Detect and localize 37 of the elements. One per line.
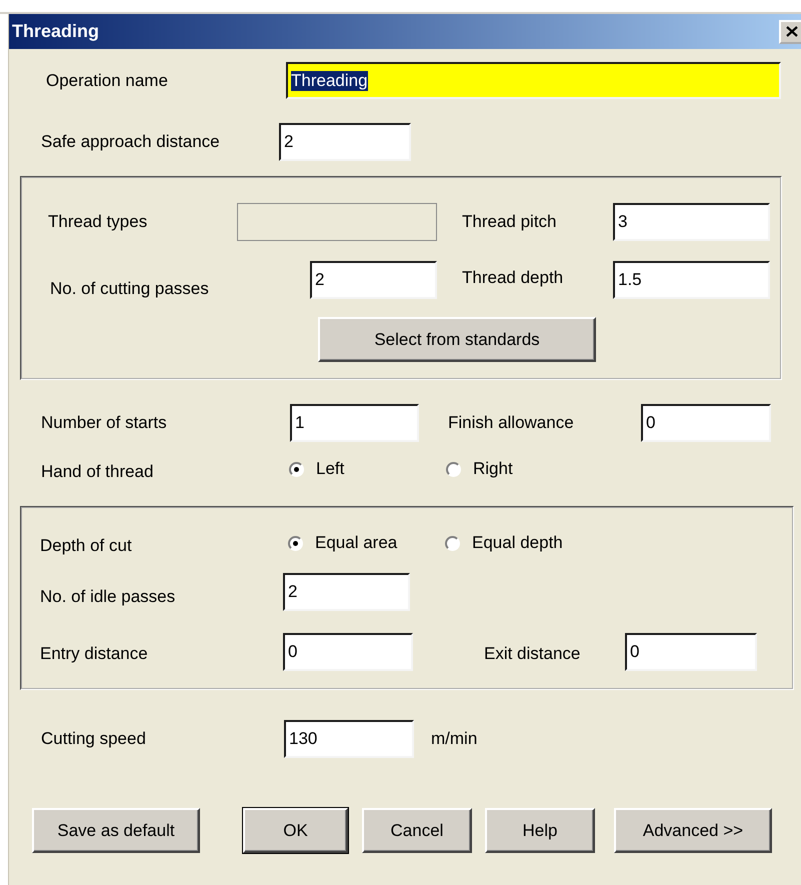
text-field[interactable]: 3: [613, 203, 770, 241]
dialog-button[interactable]: Cancel: [362, 808, 472, 853]
radio-label: Left: [316, 459, 344, 479]
dialog-button[interactable]: Save as default: [32, 808, 200, 853]
field-label: Operation name: [46, 70, 169, 90]
radio-label: Equal depth: [472, 533, 563, 553]
unit-label: m/min: [431, 729, 478, 749]
field-label: Finish allowance: [448, 413, 575, 433]
radio-label: Right: [473, 459, 513, 479]
text-field[interactable]: 0: [641, 404, 771, 442]
field-label: Depth of cut: [40, 535, 133, 556]
field-label: Safe approach distance: [41, 132, 221, 152]
text-field[interactable]: Threading: [286, 62, 781, 99]
field-label: Exit distance: [484, 643, 582, 664]
field-label: Entry distance: [40, 643, 149, 664]
dialog-button[interactable]: Advanced >>: [614, 808, 772, 853]
text-field[interactable]: 130: [284, 720, 414, 758]
field-label: Thread pitch: [462, 212, 558, 232]
field-label: Number of starts: [41, 413, 168, 433]
dialog-button[interactable]: Help: [485, 808, 595, 853]
dialog-button[interactable]: OK: [243, 808, 348, 853]
text-field[interactable]: 1.5: [613, 261, 770, 299]
text-field[interactable]: 2: [279, 123, 411, 161]
window-title: Threading: [12, 21, 100, 42]
field-label: Cutting speed: [41, 729, 147, 749]
field-label: Thread types: [48, 212, 148, 232]
field-label: No. of cutting passes: [50, 278, 210, 299]
field-label: No. of idle passes: [40, 586, 176, 607]
text-field[interactable]: 1: [290, 404, 419, 442]
field-label: Thread depth: [462, 268, 564, 289]
text-field[interactable]: 2: [283, 573, 410, 611]
radio-label: Equal area: [315, 533, 398, 553]
field-label: Hand of thread: [41, 461, 154, 482]
text-field[interactable]: 0: [283, 633, 413, 671]
text-field[interactable]: 0: [625, 633, 757, 671]
text-field[interactable]: 2: [310, 261, 437, 299]
select-standards-button[interactable]: Select from standards: [318, 317, 596, 362]
